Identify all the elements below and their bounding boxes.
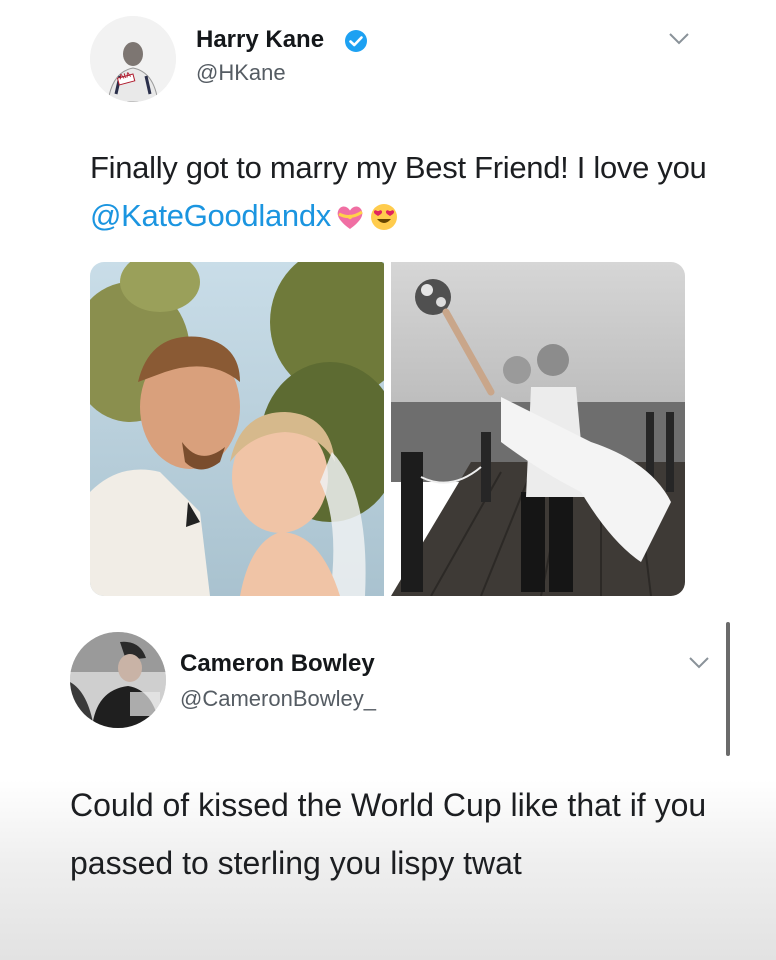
tweet-text-body: Finally got to marry my Best Friend! I l… — [90, 150, 707, 185]
profile-photo — [70, 632, 166, 728]
chevron-down-icon[interactable] — [668, 32, 690, 46]
reply-author-name[interactable]: Cameron Bowley — [180, 650, 375, 678]
chevron-down-icon[interactable] — [688, 656, 710, 670]
harry-kane-avatar[interactable]: AIA — [90, 16, 176, 102]
heart-eyes-emoji-icon — [371, 204, 397, 230]
author-name[interactable]: Harry Kane — [196, 26, 324, 54]
wedding-photo-right[interactable] — [391, 262, 685, 596]
heart-with-ribbon-icon — [337, 206, 363, 229]
wedding-photo-left[interactable] — [90, 262, 384, 596]
author-handle[interactable]: @HKane — [196, 60, 286, 86]
wedding-kiss-forehead-photo — [90, 262, 384, 596]
player-photo — [90, 16, 176, 102]
scrollbar[interactable] — [726, 622, 730, 756]
tweet-text: Finally got to marry my Best Friend! I l… — [90, 144, 710, 240]
reply-text: Could of kissed the World Cup like that … — [70, 787, 707, 881]
wedding-pier-carry-photo — [391, 262, 685, 596]
mention-link[interactable]: @KateGoodlandx — [90, 198, 331, 233]
reply-author-handle[interactable]: @CameronBowley_ — [180, 686, 376, 712]
verified-badge-icon — [345, 30, 367, 52]
cameron-bowley-avatar[interactable] — [70, 632, 166, 728]
